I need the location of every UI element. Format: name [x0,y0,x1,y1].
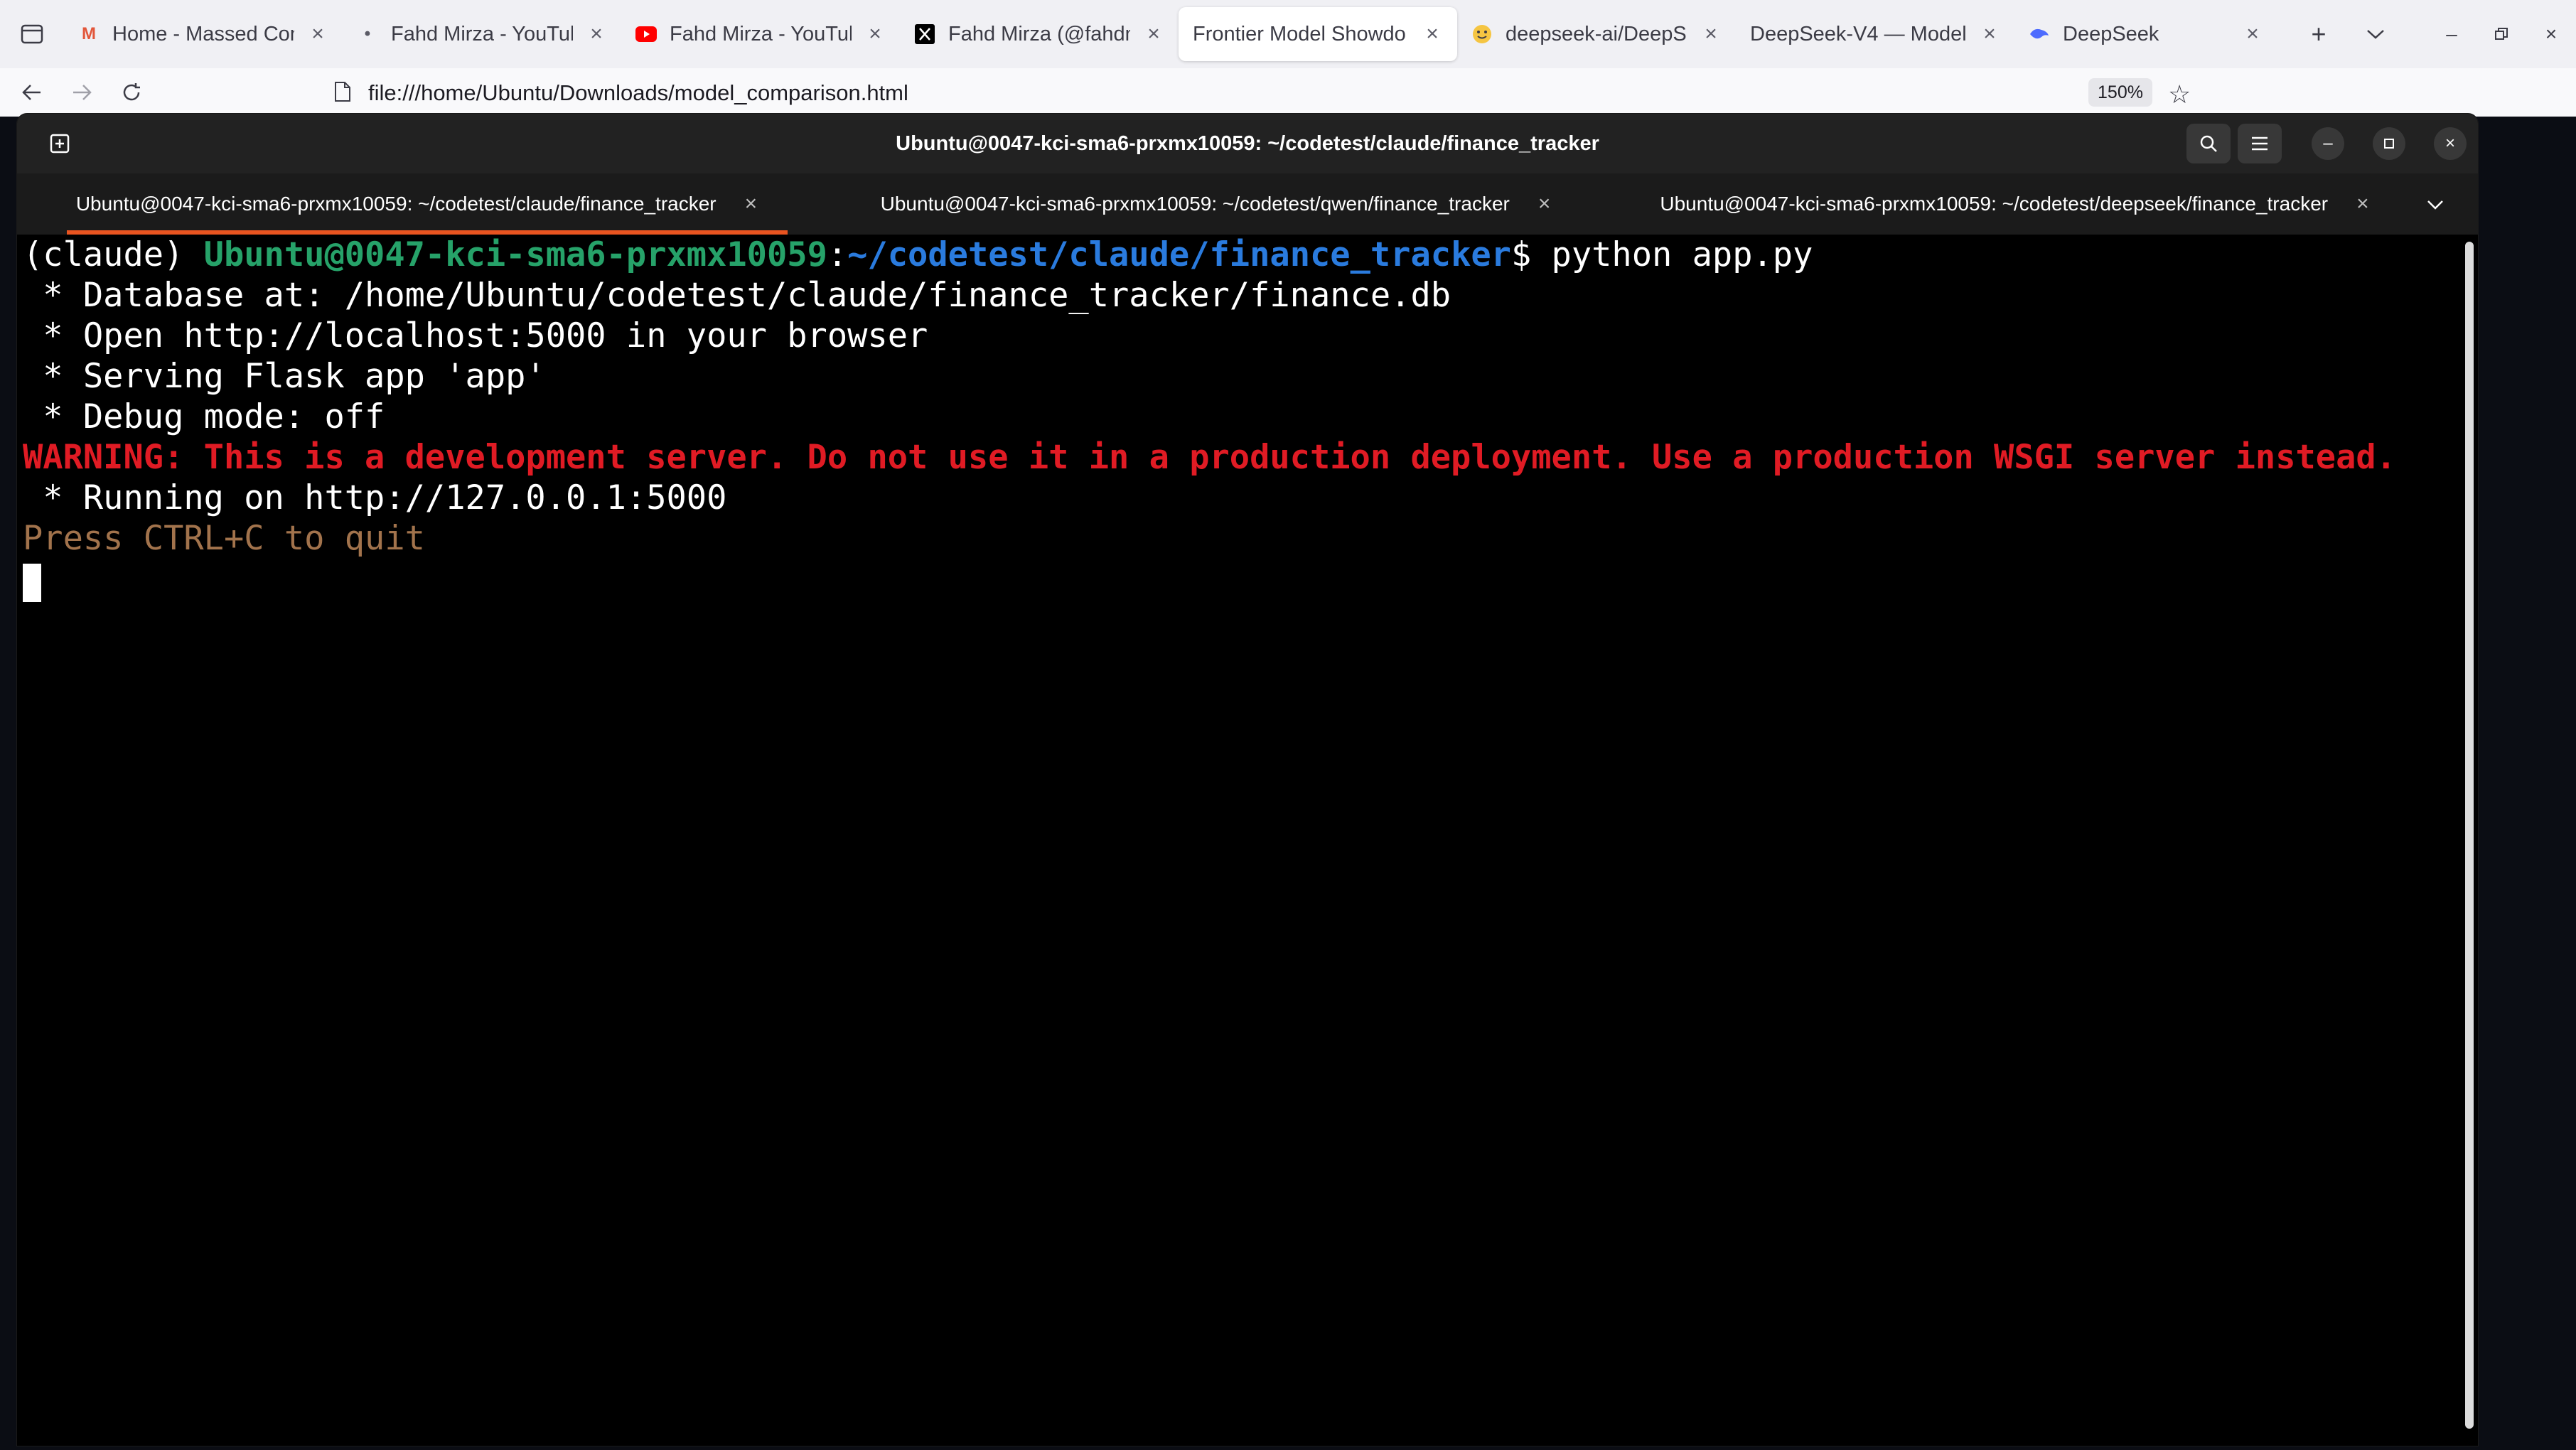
close-tab-icon[interactable]: × [745,192,758,216]
new-tab-icon[interactable]: + [2290,0,2347,68]
terminal-output[interactable]: (claude) Ubuntu@0047-kci-sma6-prxmx10059… [23,235,2465,1446]
browser-tab-title: Frontier Model Showdo [1193,22,1406,45]
close-tab-icon[interactable]: × [1700,22,1722,46]
new-terminal-tab-icon[interactable] [40,125,80,162]
maximize-icon[interactable] [2373,127,2405,160]
terminal-tab-label: Ubuntu@0047-kci-sma6-prxmx10059: ~/codet… [880,193,1510,215]
browser-tab[interactable]: DeepSeek × [2014,7,2277,61]
browser-tab[interactable]: • Fahd Mirza - YouTube × [343,7,621,61]
terminal-tab-label: Ubuntu@0047-kci-sma6-prxmx10059: ~/codet… [75,193,717,215]
browser-tab-bar: M Home - Massed Comp × • Fahd Mirza - Yo… [0,0,2576,68]
page-icon [334,81,351,106]
close-tab-icon[interactable]: × [1979,22,2000,46]
terminal-tab-label: Ubuntu@0047-kci-sma6-prxmx10059: ~/codet… [1660,193,2329,215]
output-line: * Serving Flask app 'app' [23,357,546,396]
warning-line: WARNING: This is a development server. D… [23,438,2396,477]
quit-hint-line: Press CTRL+C to quit [23,519,425,558]
browser-tab-title: DeepSeek-V4 — Model [1750,22,1966,45]
restore-window-icon[interactable] [2476,0,2526,68]
browser-tab-title: Fahd Mirza - YouTube [670,22,852,45]
deepseek-whale-icon [2029,23,2050,45]
youtube-icon [635,23,657,45]
output-line: * Running on http://127.0.0.1:5000 [23,478,727,517]
chevron-down-icon[interactable] [2347,0,2404,68]
forward-icon[interactable] [57,68,107,117]
terminal-scrollbar[interactable] [2465,242,2474,1429]
back-icon[interactable] [7,68,57,117]
close-tab-icon[interactable]: × [586,22,607,46]
browser-tab[interactable]: Fahd Mirza - YouTube × [621,7,900,61]
prompt-colon: : [827,235,848,274]
close-icon[interactable]: × [2434,127,2467,160]
output-line: * Database at: /home/Ubuntu/codetest/cla… [23,276,1451,315]
prompt-line: (claude) Ubuntu@0047-kci-sma6-prxmx10059… [23,235,2465,275]
prompt-path: ~/codetest/claude/finance_tracker [847,235,1511,274]
close-tab-icon[interactable]: × [864,22,886,46]
browser-tab-title: deepseek-ai/DeepSe [1506,22,1687,45]
close-tab-icon[interactable]: × [2356,192,2369,216]
zoom-level-badge[interactable]: 150% [2088,78,2152,107]
browser-tab[interactable]: DeepSeek-V4 — Model × [1736,7,2014,61]
close-window-icon[interactable]: × [2526,0,2576,68]
terminal-window: Ubuntu@0047-kci-sma6-prxmx10059: ~/codet… [17,114,2478,1446]
close-tab-icon[interactable]: × [1422,22,1443,46]
browser-tab[interactable]: deepseek-ai/DeepSe × [1457,7,1736,61]
prompt-user: Ubuntu@0047-kci-sma6-prxmx10059 [203,235,827,274]
x-icon [914,23,935,45]
chevron-down-icon[interactable] [2414,192,2457,216]
url-text: file:///home/Ubuntu/Downloads/model_comp… [368,80,908,105]
text-cursor [23,563,41,602]
terminal-tab-qwen[interactable]: Ubuntu@0047-kci-sma6-prxmx10059: ~/codet… [816,173,1615,235]
huggingface-icon [1471,23,1493,45]
terminal-tab-deepseek[interactable]: Ubuntu@0047-kci-sma6-prxmx10059: ~/codet… [1615,173,2414,235]
prompt-env: (claude) [23,235,204,274]
dot-icon: • [364,24,371,43]
terminal-tab-bar: Ubuntu@0047-kci-sma6-prxmx10059: ~/codet… [17,173,2478,235]
browser-tab-title: DeepSeek [2063,22,2159,45]
close-tab-icon[interactable]: × [1538,192,1551,216]
browser-tab-active[interactable]: Frontier Model Showdo × [1179,7,1457,61]
bookmark-star-icon[interactable]: ☆ [2168,80,2191,109]
minimize-window-icon[interactable]: – [2427,0,2476,68]
close-tab-icon[interactable]: × [1143,22,1164,46]
cursor-line [23,559,2465,602]
browser-tab-title: Home - Massed Comp [112,22,294,45]
hamburger-menu-icon[interactable] [2238,124,2282,163]
close-tab-icon[interactable]: × [307,22,328,46]
minimize-icon[interactable]: – [2312,127,2344,160]
browser-tab-title: Fahd Mirza - YouTube [391,22,573,45]
search-icon[interactable] [2186,124,2231,163]
output-line: * Open http://localhost:5000 in your bro… [23,316,928,355]
browser-tab[interactable]: Fahd Mirza (@fahdmi × [900,7,1179,61]
command-text: python app.py [1551,235,1813,274]
reload-icon[interactable] [107,68,156,117]
tab-list-icon[interactable] [0,0,64,68]
prompt-symbol: $ [1510,235,1552,274]
massed-compute-icon: M [82,24,96,43]
terminal-header: Ubuntu@0047-kci-sma6-prxmx10059: ~/codet… [17,114,2478,173]
close-tab-icon[interactable]: × [2242,22,2263,46]
output-line: * Debug mode: off [23,397,385,436]
browser-tab[interactable]: M Home - Massed Comp × [64,7,343,61]
terminal-tab-claude[interactable]: Ubuntu@0047-kci-sma6-prxmx10059: ~/codet… [17,173,816,235]
url-bar[interactable]: file:///home/Ubuntu/Downloads/model_comp… [320,74,2211,112]
browser-tab-title: Fahd Mirza (@fahdmi [948,22,1130,45]
terminal-title: Ubuntu@0047-kci-sma6-prxmx10059: ~/codet… [896,131,1599,155]
